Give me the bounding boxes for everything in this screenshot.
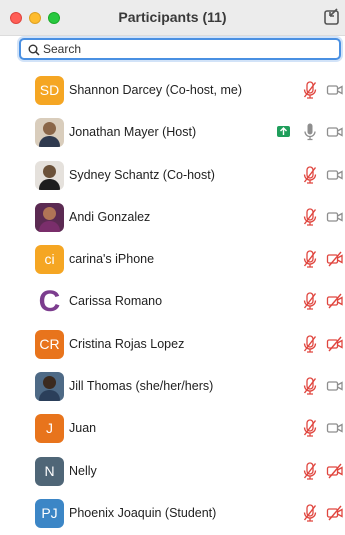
participant-name: Jonathan Mayer (Host) [69, 125, 197, 140]
mic-muted-icon[interactable] [302, 81, 318, 99]
participant-row[interactable]: C Carissa Romano [0, 281, 345, 323]
avatar [35, 160, 64, 190]
avatar: C [35, 287, 64, 317]
mic-muted-icon[interactable] [302, 419, 318, 438]
camera-icon[interactable] [326, 123, 344, 141]
avatar [35, 202, 64, 232]
mic-muted-icon[interactable] [302, 504, 318, 522]
mic-muted-icon[interactable] [302, 377, 318, 395]
mic-icon[interactable] [302, 123, 318, 141]
participant-row[interactable]: Sydney Schantz (Co-host) [0, 155, 345, 197]
avatar: N [35, 456, 64, 486]
mic-muted-icon[interactable] [302, 292, 318, 311]
participant-row[interactable]: CR Cristina Rojas Lopez [0, 324, 345, 366]
camera-icon[interactable] [326, 377, 344, 395]
participant-row[interactable]: Andi Gonzalez [0, 197, 345, 239]
avatar: SD [35, 76, 64, 105]
participant-row[interactable]: J Juan [0, 408, 345, 450]
participant-list: SD Shannon Darcey (Co-host, me) Jonathan M… [0, 70, 345, 535]
avatar: CR [35, 329, 64, 359]
camera-blocked-icon[interactable] [326, 504, 344, 522]
search-input[interactable] [43, 40, 333, 58]
participant-row[interactable]: SD Shannon Darcey (Co-host, me) [0, 70, 345, 112]
mic-muted-icon[interactable] [302, 166, 318, 184]
search-icon [28, 44, 40, 56]
participant-row[interactable]: ci carina's iPhone [0, 239, 345, 281]
participant-row[interactable]: PJ Phoenix Joaquin (Student) [0, 493, 345, 535]
mic-muted-icon[interactable] [302, 462, 318, 480]
avatar: J [35, 414, 64, 444]
avatar: ci [35, 245, 64, 275]
participant-name: Phoenix Joaquin (Student) [69, 505, 217, 520]
avatar [35, 372, 64, 402]
participant-name: Jill Thomas (she/her/hers) [69, 379, 214, 394]
camera-blocked-icon[interactable] [326, 462, 344, 480]
participant-name: Sydney Schantz (Co-host) [69, 167, 215, 182]
popout-icon[interactable] [323, 8, 341, 26]
mic-muted-icon[interactable] [302, 335, 318, 353]
search-box[interactable] [19, 38, 341, 60]
camera-icon[interactable] [326, 81, 344, 99]
camera-blocked-icon[interactable] [326, 335, 344, 353]
camera-icon[interactable] [326, 166, 344, 184]
participant-name: Carissa Romano [69, 294, 163, 309]
camera-icon[interactable] [326, 208, 344, 226]
avatar [35, 118, 64, 148]
camera-icon[interactable] [326, 419, 344, 437]
participant-row[interactable]: Jonathan Mayer (Host) [0, 112, 345, 154]
camera-blocked-icon[interactable] [326, 250, 344, 268]
avatar: PJ [35, 498, 64, 528]
participant-name: carina's iPhone [69, 252, 155, 267]
participant-row[interactable]: Jill Thomas (she/her/hers) [0, 366, 345, 408]
screen-share-icon [277, 126, 290, 138]
participant-row[interactable]: N Nelly [0, 451, 345, 493]
mic-muted-icon[interactable] [302, 208, 318, 226]
title-bar: Participants (11) [0, 0, 345, 36]
window-title: Participants (11) [118, 9, 227, 25]
participant-name: Cristina Rojas Lopez [69, 336, 185, 351]
participant-name: Shannon Darcey (Co-host, me) [69, 83, 242, 97]
participant-name: Andi Gonzalez [69, 209, 151, 224]
camera-blocked-icon[interactable] [326, 292, 344, 310]
participant-name: Juan [69, 421, 97, 436]
mic-muted-icon[interactable] [302, 250, 318, 268]
participant-name: Nelly [69, 463, 97, 478]
